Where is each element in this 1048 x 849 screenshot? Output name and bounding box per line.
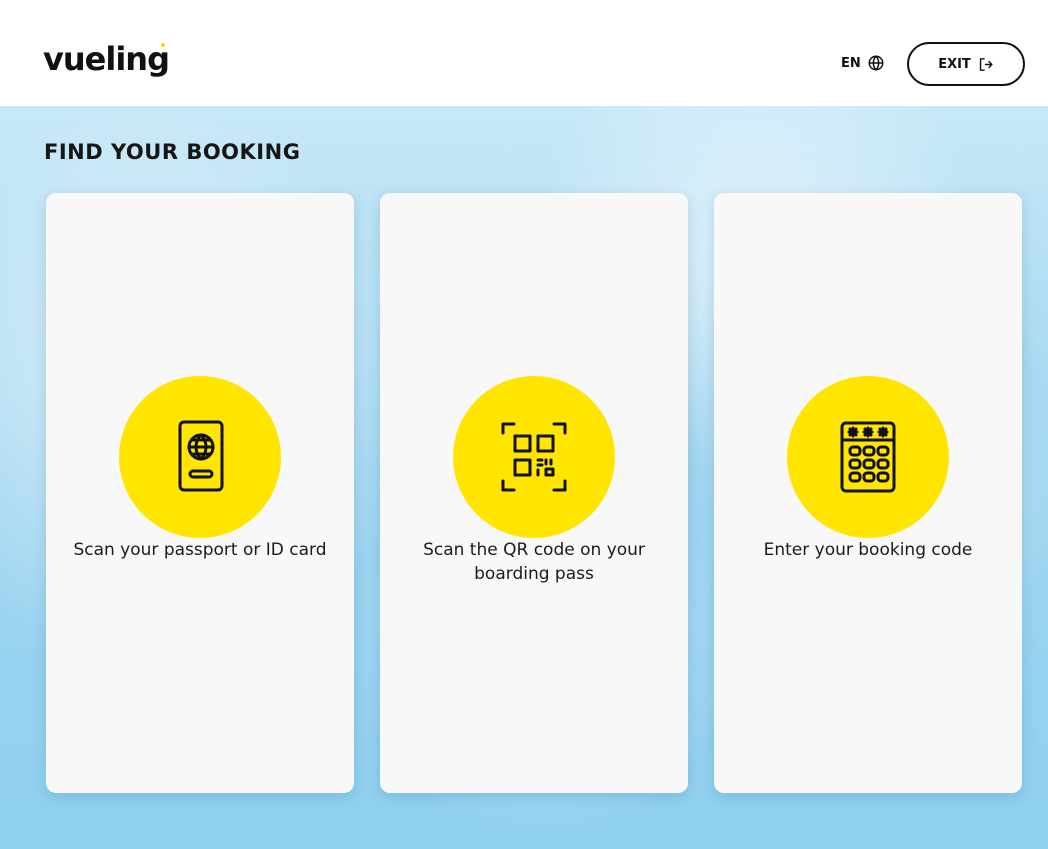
qr-code-icon-circle — [453, 376, 615, 538]
kiosk-screen: vueling EN EXIT FIND YOUR BOOKING Scan y… — [0, 0, 1048, 849]
globe-icon — [868, 55, 884, 71]
booking-code-option-card[interactable]: Enter your booking code — [714, 193, 1022, 793]
passport-icon-circle — [119, 376, 281, 538]
booking-search-panel: FIND YOUR BOOKING Scan your passport or … — [0, 106, 1048, 849]
exit-button[interactable]: EXIT — [907, 42, 1025, 86]
app-header: vueling EN EXIT — [0, 0, 1048, 106]
exit-label: EXIT — [938, 56, 971, 72]
language-selector[interactable]: EN — [841, 54, 885, 72]
keypad-icon-circle — [787, 376, 949, 538]
logo-accent-dot — [161, 43, 165, 47]
qr-code-option-card[interactable]: Scan the QR code on your boarding pass — [380, 193, 688, 793]
language-label: EN — [841, 55, 861, 71]
page-title: FIND YOUR BOOKING — [44, 140, 301, 164]
keypad-icon — [840, 421, 896, 493]
exit-icon — [979, 57, 993, 71]
vueling-logo: vueling — [43, 40, 170, 78]
qr-code-option-label: Scan the QR code on your boarding pass — [423, 540, 645, 584]
booking-options: Scan your passport or ID card Scan the Q… — [46, 193, 1022, 793]
passport-option-card[interactable]: Scan your passport or ID card — [46, 193, 354, 793]
passport-icon — [178, 420, 224, 492]
qr-code-icon — [501, 422, 567, 492]
booking-code-option-label: Enter your booking code — [763, 540, 973, 560]
passport-option-label: Scan your passport or ID card — [73, 540, 327, 560]
